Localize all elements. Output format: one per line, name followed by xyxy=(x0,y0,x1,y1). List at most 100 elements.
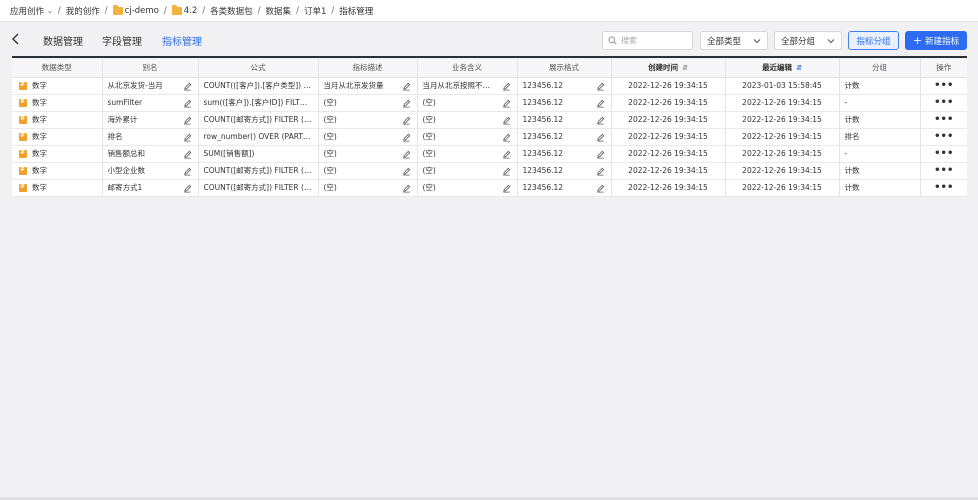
sort-icon[interactable]: ⇵ xyxy=(796,64,802,72)
cell-text: (空) xyxy=(422,166,436,175)
table-row[interactable]: 数字 销售额总和 SUM([销售额]) (空) (空) 123456.12 2022-12-… xyxy=(12,145,967,163)
type-filter-select[interactable]: 全部类型 xyxy=(700,31,768,50)
edit-icon[interactable] xyxy=(402,150,411,159)
cell-text: 海外累计 xyxy=(107,115,138,124)
table-row[interactable]: 数字 sumFilter sum(([客户]).[客户ID]) FILTER (WH… xyxy=(12,94,967,112)
edit-icon[interactable] xyxy=(596,150,605,159)
cell-text: 123456.12 xyxy=(522,132,564,142)
cell-alias: 排名 xyxy=(102,128,199,146)
cell-group: - xyxy=(839,145,921,163)
edit-icon[interactable] xyxy=(183,116,192,125)
cell-formula: SUM([销售额]) xyxy=(198,145,319,163)
sort-icon[interactable]: ⇵ xyxy=(682,64,688,72)
col-header-created-time[interactable]: 创建时间 ⇵ xyxy=(611,59,726,78)
search-box[interactable] xyxy=(602,31,693,50)
more-options-icon[interactable]: ••• xyxy=(934,148,953,159)
chevron-down-icon xyxy=(753,38,761,43)
breadcrumb-order1[interactable]: 订单1 xyxy=(304,5,326,17)
cell-last-edited: 2022-12-26 19:34:15 xyxy=(725,145,840,163)
edit-icon[interactable] xyxy=(502,82,511,91)
tab-metric-management[interactable]: 指标管理 xyxy=(162,33,202,48)
edit-icon[interactable] xyxy=(402,82,411,91)
cell-data-type: 数字 xyxy=(12,128,103,146)
breadcrumb-dataset[interactable]: 数据集 xyxy=(266,5,292,17)
cell-text: 123456.12 xyxy=(522,98,564,108)
breadcrumb-data-package[interactable]: 各类数据包 xyxy=(210,5,253,17)
edit-icon[interactable] xyxy=(183,99,192,108)
cell-text: 123456.12 xyxy=(522,183,564,193)
edit-icon[interactable] xyxy=(502,116,511,125)
more-options-icon[interactable]: ••• xyxy=(934,131,953,142)
cell-text: 销售额总和 xyxy=(107,149,146,158)
cell-text: 123456.12 xyxy=(522,149,564,159)
group-filter-select[interactable]: 全部分组 xyxy=(774,31,842,50)
more-options-icon[interactable]: ••• xyxy=(934,80,953,91)
edit-icon[interactable] xyxy=(596,133,605,142)
cell-display-format: 123456.12 xyxy=(517,162,612,180)
edit-icon[interactable] xyxy=(402,184,411,193)
new-metric-label: 新建指标 xyxy=(925,36,960,47)
edit-icon[interactable] xyxy=(502,133,511,142)
table-row[interactable]: 数字 邮寄方式1 COUNT([邮寄方式]) FILTER (WHERE... (空)… xyxy=(12,179,967,197)
metric-group-button[interactable]: 指标分组 xyxy=(848,31,899,50)
cell-last-edited: 2022-12-26 19:34:15 xyxy=(725,111,840,129)
new-metric-button[interactable]: + 新建指标 xyxy=(905,31,967,50)
edit-icon[interactable] xyxy=(502,184,511,193)
cell-text: 数字 xyxy=(32,115,47,124)
edit-icon[interactable] xyxy=(402,99,411,108)
breadcrumb-my-create[interactable]: 我的创作 xyxy=(66,5,100,17)
header-divider xyxy=(12,56,967,58)
cell-created-time: 2022-12-26 19:34:15 xyxy=(611,128,726,146)
cell-description: 当月从北京发货量 xyxy=(318,77,418,95)
breadcrumb-folder-cj-demo[interactable]: cj-demo xyxy=(112,4,159,16)
cell-business-meaning: (空) xyxy=(417,162,518,180)
more-options-icon[interactable]: ••• xyxy=(934,165,953,176)
cell-group: 计数 xyxy=(839,77,921,95)
edit-icon[interactable] xyxy=(402,167,411,176)
edit-icon[interactable] xyxy=(183,82,192,91)
edit-icon[interactable] xyxy=(596,116,605,125)
table-row[interactable]: 数字 从北京发货-当月 COUNT(([客户]).[客户类型]) FILTER ..… xyxy=(12,77,967,95)
edit-icon[interactable] xyxy=(502,150,511,159)
cell-description: (空) xyxy=(318,162,418,180)
col-header-formula: 公式 xyxy=(198,59,319,78)
number-type-icon xyxy=(19,81,27,90)
edit-icon[interactable] xyxy=(402,133,411,142)
search-input[interactable] xyxy=(621,36,691,45)
col-header-last-edited[interactable]: 最近编辑 ⇵ xyxy=(725,59,840,78)
cell-display-format: 123456.12 xyxy=(517,111,612,129)
more-options-icon[interactable]: ••• xyxy=(934,114,953,125)
breadcrumb-folder-4-2[interactable]: 4.2 xyxy=(171,4,197,16)
more-options-icon[interactable]: ••• xyxy=(934,182,953,193)
edit-icon[interactable] xyxy=(596,99,605,108)
cell-business-meaning: (空) xyxy=(417,128,518,146)
edit-icon[interactable] xyxy=(183,150,192,159)
table-row[interactable]: 数字 小型企业数 COUNT([邮寄方式]) FILTER (WHERE... (空)… xyxy=(12,162,967,180)
tab-field-management[interactable]: 字段管理 xyxy=(102,33,142,48)
folder-icon xyxy=(112,4,123,15)
edit-icon[interactable] xyxy=(596,167,605,176)
cell-formula: COUNT([邮寄方式]) FILTER (WHERE... xyxy=(198,179,319,197)
edit-icon[interactable] xyxy=(183,133,192,142)
cell-text: COUNT([邮寄方式]) FILTER (WHERE... xyxy=(203,183,312,192)
cell-last-edited: 2022-12-26 19:34:15 xyxy=(725,94,840,112)
edit-icon[interactable] xyxy=(502,99,511,108)
more-options-icon[interactable]: ••• xyxy=(934,97,953,108)
edit-icon[interactable] xyxy=(502,167,511,176)
edit-icon[interactable] xyxy=(402,116,411,125)
table-row[interactable]: 数字 海外累计 COUNT([邮寄方式]) FILTER (WHERE... (空) (… xyxy=(12,111,967,129)
chevron-down-icon[interactable]: ⌄ xyxy=(47,7,53,15)
edit-icon[interactable] xyxy=(596,82,605,91)
col-header-display-format: 展示格式 xyxy=(517,59,612,78)
cell-business-meaning: (空) xyxy=(417,111,518,129)
edit-icon[interactable] xyxy=(596,184,605,193)
back-arrow-icon[interactable] xyxy=(9,32,23,46)
tab-data-management[interactable]: 数据管理 xyxy=(43,33,83,48)
number-type-icon xyxy=(19,149,27,158)
breadcrumb-app-create[interactable]: 应用创作 ⌄ xyxy=(10,5,53,17)
cell-description: (空) xyxy=(318,145,418,163)
edit-icon[interactable] xyxy=(183,167,192,176)
edit-icon[interactable] xyxy=(183,184,192,193)
folder-icon xyxy=(171,4,182,15)
table-row[interactable]: 数字 排名 row_number() OVER (PARTITION B... (空)… xyxy=(12,128,967,146)
